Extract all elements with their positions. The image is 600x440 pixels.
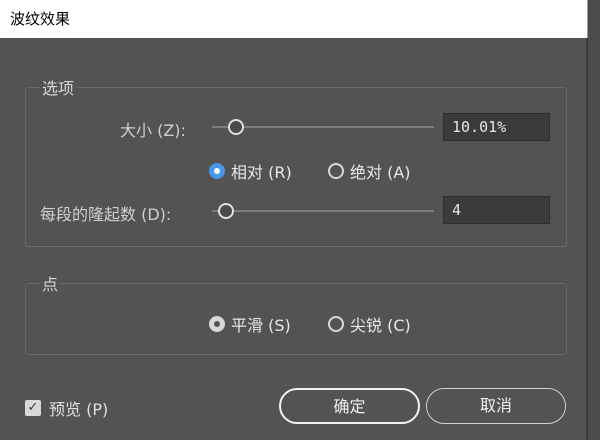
cancel-button[interactable]: 取消 (426, 388, 566, 424)
preview-label: 预览 (P) (49, 400, 109, 419)
size-slider-track[interactable] (212, 126, 434, 128)
options-group-title: 选项 (40, 75, 77, 99)
ridges-label: 每段的隆起数 (D): (40, 205, 172, 224)
radio-absolute[interactable]: 绝对 (A) (328, 159, 411, 183)
preview-checkbox[interactable]: ✓ 预览 (P) (25, 396, 108, 420)
radio-smooth-label: 平滑 (S) (231, 316, 291, 335)
points-group: 点 (25, 271, 567, 355)
radio-unselected-icon (328, 163, 344, 179)
checkmark-icon: ✓ (25, 400, 41, 416)
points-group-title: 点 (40, 271, 61, 295)
size-slider-thumb[interactable] (228, 119, 244, 135)
radio-selected-icon (209, 163, 225, 179)
radio-unselected-icon (328, 316, 344, 332)
window-title: 波纹效果 (0, 0, 588, 38)
radio-corner-label: 尖锐 (C) (350, 316, 411, 335)
radio-smooth[interactable]: 平滑 (S) (209, 312, 291, 336)
ridges-slider-track[interactable] (212, 210, 434, 212)
radio-relative-label: 相对 (R) (231, 163, 292, 182)
radio-corner[interactable]: 尖锐 (C) (328, 312, 411, 336)
size-label: 大小 (Z): (120, 121, 186, 140)
radio-selected-icon (209, 316, 225, 332)
ripple-effect-dialog: 选项 大小 (Z): 10.01% 相对 (R) 绝对 (A) 每段的隆起数 (… (0, 38, 588, 440)
ok-button[interactable]: 确定 (279, 388, 420, 424)
ridges-input[interactable]: 4 (443, 196, 550, 224)
radio-relative[interactable]: 相对 (R) (209, 159, 292, 183)
radio-absolute-label: 绝对 (A) (350, 163, 411, 182)
size-input[interactable]: 10.01% (443, 113, 550, 141)
ridges-slider-thumb[interactable] (218, 203, 234, 219)
